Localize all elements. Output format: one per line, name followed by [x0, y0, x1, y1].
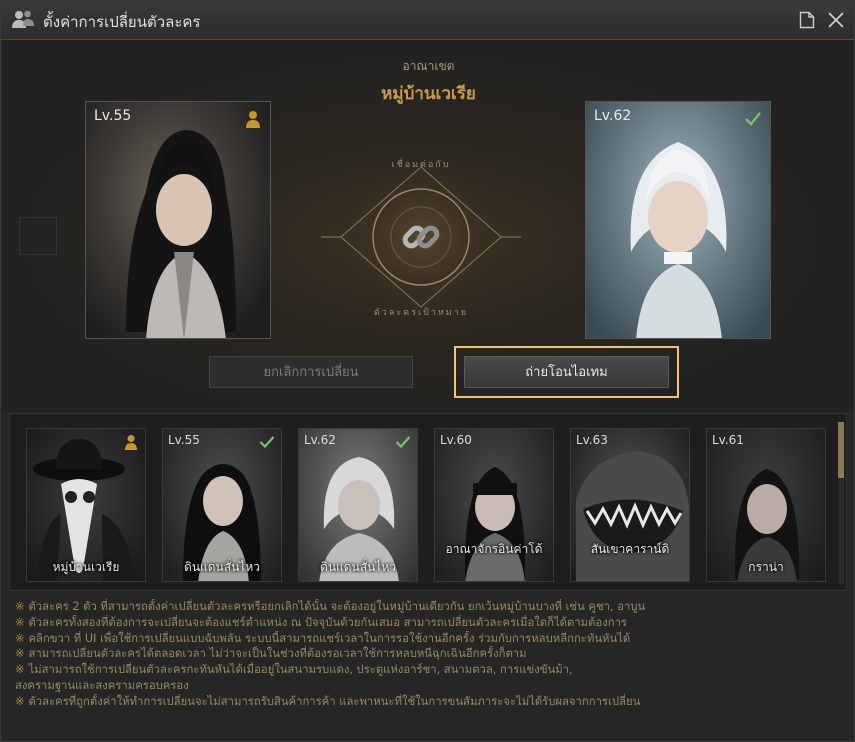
- region-label: อาณาเขต: [402, 59, 455, 73]
- character-location: กราน่า: [748, 560, 784, 574]
- scrollbar-thumb[interactable]: [838, 422, 844, 478]
- link-top-text: เชื่อมต่อกับ: [391, 160, 451, 170]
- character-level: Lv.61: [712, 433, 744, 447]
- character-level: Lv.55: [168, 433, 200, 447]
- character-card[interactable]: Lv.63 สันเขาคาราน์ดิ: [570, 428, 690, 582]
- character-card[interactable]: Lv.55 ดินแดนสั่นไหว: [162, 428, 282, 582]
- character-location: สันเขาคาราน์ดิ: [590, 542, 670, 556]
- transfer-button-highlight: ถ่ายโอนไอเทม: [454, 346, 679, 398]
- notes-section: ※ ตัวละคร 2 ตัว ที่สามารถตั้งค่าเปลี่ยนตั…: [15, 599, 845, 710]
- note-marker: ※: [15, 631, 25, 645]
- close-icon[interactable]: [827, 11, 845, 29]
- character-location: อาณาจักรอินค่าโด้: [445, 542, 543, 556]
- note-line: ※ ตัวละครที่ถูกตั้งค่าให้ทำการเปลี่ยนจะไม…: [15, 694, 641, 708]
- side-decoration: [19, 217, 57, 255]
- people-icon: [12, 10, 34, 28]
- check-icon: [395, 436, 411, 449]
- transfer-items-button[interactable]: ถ่ายโอนไอเทม: [464, 356, 669, 388]
- link-emblem: เชื่อมต่อกับ ตัวละครเป้าหมาย: [316, 145, 526, 330]
- check-icon: [745, 112, 761, 126]
- note-marker: ※: [15, 663, 25, 677]
- character-location: ดินแดนสั่นไหว: [320, 560, 396, 574]
- document-icon[interactable]: [799, 11, 815, 29]
- note-marker: ※: [15, 615, 25, 629]
- left-character-image: [126, 130, 236, 338]
- note-marker: ※: [15, 600, 25, 613]
- note-line: ※ ไม่สามารถใช้การเปลี่ยนตัวละครกะทันหันได…: [15, 663, 573, 677]
- right-character-level: Lv.62: [594, 108, 632, 124]
- character-level: Lv.63: [576, 433, 608, 447]
- right-character-image: [630, 142, 727, 338]
- character-card[interactable]: Lv.61 กราน่า: [706, 428, 826, 582]
- note-line-continued: สงครามฐานและสงครามครอบครอง: [15, 678, 189, 692]
- left-character-level: Lv.55: [94, 108, 132, 124]
- character-card[interactable]: Lv.60 อาณาจักรอินค่าโด้: [434, 428, 554, 582]
- character-link-panel: อาณาเขต หมู่บ้านเวเรีย Lv.55 เชื่อมต่อกั…: [1, 40, 854, 412]
- note-line: ※ ตัวละคร 2 ตัว ที่สามารถตั้งค่าเปลี่ยนตั…: [15, 600, 646, 613]
- character-level: Lv.60: [440, 433, 472, 447]
- chain-link-icon: [402, 225, 440, 249]
- link-bottom-text: ตัวละครเป้าหมาย: [373, 308, 469, 318]
- person-icon: [125, 435, 137, 450]
- note-line: ※ ตัวละครทั้งสองที่ต้องการจะเปลี่ยนจะต้อง…: [15, 615, 627, 629]
- character-figure: [464, 467, 526, 581]
- title-bar[interactable]: ตั้งค่าการเปลี่ยนตัวละคร: [1, 1, 854, 40]
- character-card[interactable]: หมู่บ้านเวเรีย: [26, 428, 146, 582]
- character-list: หมู่บ้านเวเรีย Lv.55 ดินแดนสั่นไหว Lv.62: [9, 413, 847, 591]
- note-marker: ※: [15, 694, 25, 708]
- note-line: ※ คลิกขวา ที่ UI เพื่อใช้การเปลี่ยนแบบฉับ…: [15, 631, 631, 645]
- check-icon: [259, 436, 275, 449]
- character-switch-window: ตั้งค่าการเปลี่ยนตัวละคร อาณาเขต หมู่บ้า…: [0, 0, 855, 742]
- cancel-switch-button[interactable]: ยกเลิกการเปลี่ยน: [209, 356, 413, 388]
- person-icon: [246, 111, 260, 128]
- window-title: ตั้งค่าการเปลี่ยนตัวละคร: [43, 13, 201, 31]
- note-marker: ※: [15, 647, 25, 661]
- character-level: Lv.62: [304, 433, 336, 447]
- right-character-portrait[interactable]: Lv.62: [585, 101, 771, 339]
- left-character-portrait[interactable]: Lv.55: [85, 101, 271, 339]
- note-line: ※ สามารถเปลี่ยนตัวละครได้ตลอดเวลา ไม่ว่าจ…: [15, 647, 527, 661]
- character-location: ดินแดนสั่นไหว: [184, 560, 260, 574]
- shark-costume-figure: [576, 451, 689, 581]
- character-location: หมู่บ้านเวเรีย: [52, 560, 120, 574]
- character-card[interactable]: Lv.62 ดินแดนสั่นไหว: [298, 428, 418, 582]
